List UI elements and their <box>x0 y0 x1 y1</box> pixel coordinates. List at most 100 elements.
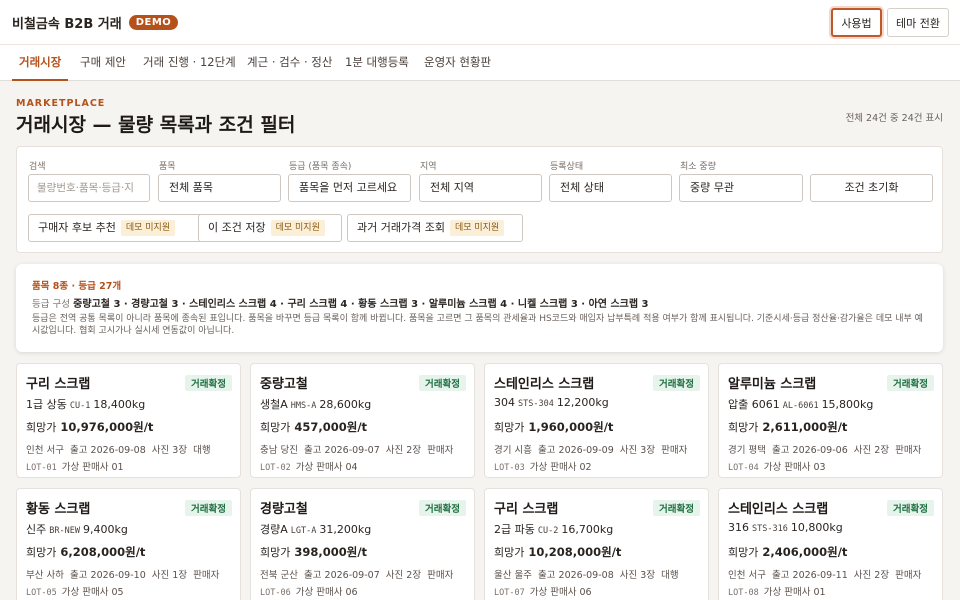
search-input[interactable]: 물량번호·품목·등급·지 <box>28 174 150 202</box>
save-condition-button[interactable]: 이 조건 저장 데모 미지원 <box>198 214 342 242</box>
card-seller-type: 대행 <box>661 570 679 581</box>
status-select[interactable]: 전체 상태 <box>549 174 672 202</box>
tab-quick-register[interactable]: 1분 대행등록 <box>345 45 409 81</box>
card-region: 경기 시흥 <box>494 445 532 456</box>
card-spec: 2급 파동 CU-2 16,700kg <box>494 521 613 537</box>
card-title: 스테인리스 스크랩 <box>494 377 595 392</box>
card-price: 1,960,000원/t <box>528 420 614 434</box>
card-weight: 28,600kg <box>319 398 372 411</box>
grade-select[interactable]: 품목을 먼저 고르세요 <box>288 174 411 202</box>
card-seller: 가상 판매사 01 <box>763 587 826 598</box>
min-weight-select[interactable]: 중량 무관 <box>679 174 803 202</box>
card-price-row: 희망가 10,208,000원/t <box>494 544 621 560</box>
region-select[interactable]: 전체 지역 <box>419 174 542 202</box>
card-grade-code: LGT-A <box>290 526 317 536</box>
card-seller-type: 대행 <box>193 445 211 456</box>
price-label: 희망가 <box>494 421 525 434</box>
composition-label: 등급 구성 <box>32 299 70 310</box>
brand-name: 비철금속 B2B 거래 <box>12 17 122 32</box>
card-price-row: 희망가 398,000원/t <box>260 544 367 560</box>
min-weight-label: 최소 중량 <box>680 162 716 172</box>
card-seller: 가상 판매사 03 <box>763 462 826 473</box>
grade-label: 등급 (품목 종속) <box>289 162 352 172</box>
card-seller: 가상 판매사 04 <box>295 462 358 473</box>
listing-card[interactable]: 스테인리스 스크랩 거래확정 304 STS-304 12,200kg 희망가 1,960,… <box>484 363 709 478</box>
card-seller-type: 판매자 <box>427 570 454 581</box>
price-label: 희망가 <box>26 421 57 434</box>
price-label: 희망가 <box>728 546 759 559</box>
status-badge: 거래확정 <box>419 500 466 516</box>
price-label: 희망가 <box>728 421 759 434</box>
card-photos: 사진 3장 <box>619 445 656 456</box>
item-select[interactable]: 전체 품목 <box>158 174 281 202</box>
help-button[interactable]: 사용법 <box>831 8 882 37</box>
card-price: 2,611,000원/t <box>762 420 848 434</box>
card-spec: 압출 6061 AL-6061 15,800kg <box>728 396 873 412</box>
card-lot-row: LOT-05 가상 판매사 05 <box>26 584 124 598</box>
card-photos: 사진 3장 <box>151 445 188 456</box>
region-label: 지역 <box>420 162 437 172</box>
card-lot: LOT-05 <box>26 588 57 598</box>
card-lot-row: LOT-02 가상 판매사 04 <box>260 459 358 473</box>
listing-card[interactable]: 구리 스크랩 거래확정 2급 파동 CU-2 16,700kg 희망가 10,208,000… <box>484 488 709 600</box>
card-meta: 부산 사하 출고 2026-09-10 사진 1장 판매자 <box>26 567 219 581</box>
card-weight: 12,200kg <box>556 396 609 409</box>
card-grade: 316 <box>728 521 749 534</box>
card-meta: 울산 울주 출고 2026-09-08 사진 3장 대행 <box>494 567 679 581</box>
section-kicker: MARKETPLACE <box>16 98 106 109</box>
tab-trade-progress[interactable]: 거래 진행 · 12단계 <box>143 45 236 81</box>
price-label: 희망가 <box>494 546 525 559</box>
listing-card[interactable]: 스테인리스 스크랩 거래확정 316 STS-316 10,800kg 희망가 2,406,… <box>718 488 943 600</box>
card-price: 457,000원/t <box>294 420 368 434</box>
card-date: 출고 2026-09-10 <box>70 570 146 581</box>
status-badge: 거래확정 <box>653 500 700 516</box>
card-grade-code: HMS-A <box>290 401 317 411</box>
tab-purchase-offer[interactable]: 구매 제안 <box>80 45 126 81</box>
card-date: 출고 2026-09-06 <box>772 445 848 456</box>
card-grade-code: AL-6061 <box>782 401 819 411</box>
card-price-row: 희망가 6,208,000원/t <box>26 544 145 560</box>
card-region: 충남 당진 <box>260 445 298 456</box>
card-spec: 신주 BR-NEW 9,400kg <box>26 521 128 537</box>
card-grade-code: CU-2 <box>537 526 559 536</box>
status-badge: 거래확정 <box>653 375 700 391</box>
card-lot: LOT-08 <box>728 588 759 598</box>
card-weight: 18,400kg <box>93 398 146 411</box>
tab-weigh-inspect-settle[interactable]: 계근 · 검수 · 정산 <box>247 45 332 81</box>
theme-toggle-button[interactable]: 테마 전환 <box>887 8 949 37</box>
card-lot-row: LOT-01 가상 판매사 01 <box>26 459 124 473</box>
page-title: 거래시장 — 물량 목록과 조건 필터 <box>16 114 296 136</box>
reset-filters-button[interactable]: 조건 초기화 <box>810 174 933 202</box>
listing-card[interactable]: 중량고철 거래확정 생철A HMS-A 28,600kg 희망가 457,000원/t 충남 … <box>250 363 475 478</box>
card-grade: 2급 파동 <box>494 523 535 536</box>
listing-card[interactable]: 알루미늄 스크랩 거래확정 압출 6061 AL-6061 15,800kg 희망가 2,6… <box>718 363 943 478</box>
card-price-row: 희망가 10,976,000원/t <box>26 419 153 435</box>
card-date: 출고 2026-09-07 <box>304 445 380 456</box>
top-bar: 비철금속 B2B 거래 DEMO 사용법 테마 전환 <box>0 0 960 45</box>
info-head: 품목 8종 · 등급 27개 <box>32 281 122 292</box>
card-photos: 사진 2장 <box>853 445 890 456</box>
card-title: 알루미늄 스크랩 <box>728 377 817 392</box>
card-price: 6,208,000원/t <box>60 545 146 559</box>
card-seller: 가상 판매사 05 <box>61 587 124 598</box>
listing-card[interactable]: 경량고철 거래확정 경량A LGT-A 31,200kg 희망가 398,000원/t 전북 … <box>250 488 475 600</box>
listing-card[interactable]: 구리 스크랩 거래확정 1급 상동 CU-1 18,400kg 희망가 10,976,000… <box>16 363 241 478</box>
past-price-button[interactable]: 과거 거래가격 조회 데모 미지원 <box>347 214 523 242</box>
tab-operator-dashboard[interactable]: 운영자 현황판 <box>424 45 491 81</box>
tab-marketplace[interactable]: 거래시장 <box>12 45 69 81</box>
card-region: 전북 군산 <box>260 570 298 581</box>
card-spec: 316 STS-316 10,800kg <box>728 521 843 534</box>
card-date: 출고 2026-09-08 <box>70 445 146 456</box>
card-photos: 사진 1장 <box>151 570 188 581</box>
card-photos: 사진 2장 <box>385 570 422 581</box>
card-lot: LOT-04 <box>728 463 759 473</box>
card-spec: 304 STS-304 12,200kg <box>494 396 609 409</box>
card-meta: 경기 시흥 출고 2026-09-09 사진 3장 판매자 <box>494 442 687 456</box>
filter-panel: 검색 물량번호·품목·등급·지 품목 전체 품목 등급 (품목 종속) 품목을 … <box>16 146 943 253</box>
card-grade-code: STS-316 <box>752 524 788 534</box>
grade-info-box: 품목 8종 · 등급 27개 등급 구성 중량고철 3 · 경량고철 3 · 스… <box>16 264 943 352</box>
listing-card[interactable]: 황동 스크랩 거래확정 신주 BR-NEW 9,400kg 희망가 6,208,000원/t… <box>16 488 241 600</box>
card-grade: 1급 상동 <box>26 398 67 411</box>
buyer-recommend-button[interactable]: 구매자 후보 추천 데모 미지원 <box>28 214 207 242</box>
card-photos: 사진 2장 <box>853 570 890 581</box>
